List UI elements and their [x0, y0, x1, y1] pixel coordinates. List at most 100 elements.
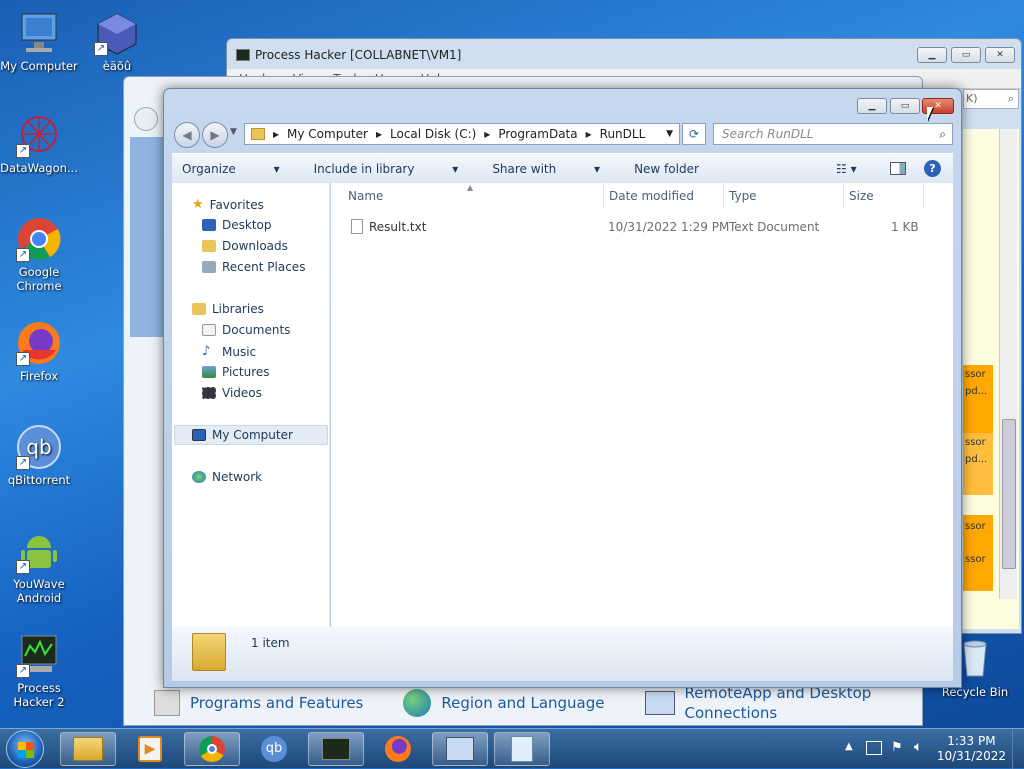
breadcrumb-programdata[interactable]: ProgramData [498, 127, 577, 141]
tray-network-icon[interactable] [866, 741, 882, 755]
nav-network[interactable]: Network [192, 470, 262, 484]
column-divider[interactable] [723, 183, 724, 209]
programs-features-icon [154, 690, 180, 716]
desktop-icon-youwave[interactable]: ↗ YouWave Android [0, 528, 78, 605]
clock[interactable]: 1:33 PM 10/31/2022 [937, 734, 1006, 764]
shortcut-arrow-icon: ↗ [16, 560, 30, 574]
explorer-window[interactable]: ▁ ▭ ✕ ◀ ▶ ▼ ▸ My Computer ▸ Local Disk (… [163, 88, 962, 688]
nav-music[interactable]: ♪ Music [202, 344, 256, 359]
taskbar-chrome[interactable] [184, 732, 240, 766]
help-icon[interactable]: ? [924, 160, 941, 177]
include-library-button[interactable]: Include in library ▾ [314, 162, 459, 176]
process-hacker-title: Process Hacker [COLLABNET\VM1] [255, 48, 462, 62]
new-folder-button[interactable]: New folder [634, 162, 699, 176]
back-button[interactable]: ◀ [174, 122, 200, 148]
taskbar-notepad[interactable] [494, 732, 550, 766]
desktop-icon-label: qBittorrent [7, 473, 71, 487]
nav-my-computer[interactable]: My Computer [192, 428, 293, 442]
close-button[interactable]: ✕ [985, 47, 1015, 63]
breadcrumb-local-disk[interactable]: Local Disk (C:) [390, 127, 476, 141]
column-divider[interactable] [603, 183, 604, 209]
show-desktop-button[interactable] [1012, 729, 1024, 769]
forward-button[interactable]: ▶ [202, 122, 228, 148]
desktop-icon-label: YouWave Android [13, 577, 65, 605]
documents-icon [202, 324, 216, 336]
link-programs-features[interactable]: Programs and Features [154, 683, 363, 723]
desktop-icon-firefox[interactable]: ↗ Firefox [0, 320, 78, 383]
share-with-button[interactable]: Share with ▾ [492, 162, 600, 176]
qbittorrent-icon: qb ↗ [16, 424, 62, 470]
taskbar-control-panel[interactable] [432, 732, 488, 766]
search-input[interactable]: Search RunDLL ⌕ [713, 123, 953, 145]
taskbar-explorer[interactable] [60, 732, 116, 766]
column-divider[interactable] [843, 183, 844, 209]
minimize-button[interactable]: ▁ [857, 98, 887, 114]
scrollbar[interactable] [999, 129, 1017, 599]
breadcrumb-separator-icon: ▸ [585, 127, 592, 141]
notepad-icon [511, 736, 533, 762]
process-row[interactable]: ssor pd... [963, 365, 993, 433]
desktop-icon-datawagon[interactable]: ↗ DataWagon... [0, 112, 78, 175]
nav-downloads[interactable]: Downloads [202, 239, 288, 253]
column-header-size[interactable]: Size [849, 189, 874, 203]
desktop-icon-chrome[interactable]: ↗ Google Chrome [0, 216, 78, 293]
nav-pictures[interactable]: Pictures [202, 365, 270, 379]
maximize-button[interactable]: ▭ [890, 98, 920, 114]
tray-volume-icon[interactable]: 🔈︎ [914, 739, 922, 755]
downloads-folder-icon [202, 240, 216, 252]
link-region-language[interactable]: Region and Language [403, 683, 605, 723]
nav-label: Documents [222, 323, 291, 337]
breadcrumb-separator-icon: ▸ [273, 127, 280, 141]
desktop-icon-label: DataWagon... [0, 161, 78, 175]
organize-button[interactable]: Organize ▾ [182, 162, 280, 176]
address-bar[interactable]: ▸ My Computer ▸ Local Disk (C:) ▸ Progra… [244, 123, 680, 145]
table-row[interactable]: Result.txt 10/31/2022 1:29 PM Text Docum… [331, 213, 931, 237]
taskbar-process-hacker[interactable] [308, 732, 364, 766]
column-header-date[interactable]: Date modified [609, 189, 694, 203]
recent-pages-dropdown[interactable]: ▼ [230, 127, 237, 137]
show-hidden-icons-button[interactable]: ▲ [845, 741, 853, 752]
column-divider[interactable] [923, 183, 924, 209]
nav-favorites[interactable]: ★ Favorites [192, 197, 264, 212]
preview-pane-icon[interactable] [890, 162, 906, 175]
nav-documents[interactable]: Documents [202, 323, 290, 337]
breadcrumb-separator-icon: ▸ [375, 127, 382, 141]
view-options-icon[interactable]: ☷ ▾ [836, 162, 857, 176]
column-header-type[interactable]: Type [729, 189, 757, 203]
control-panel-icon [446, 737, 474, 761]
breadcrumb-rundll[interactable]: RunDLL [600, 127, 646, 141]
firefox-icon: ↗ [16, 320, 62, 366]
cp-back-button[interactable] [134, 107, 158, 131]
desktop-icon-qbittorrent[interactable]: qb ↗ qBittorrent [0, 424, 78, 487]
search-icon: ⌕ [939, 127, 946, 141]
recent-places-icon [202, 261, 216, 273]
minimize-button[interactable]: ▁ [917, 47, 947, 63]
maximize-button[interactable]: ▭ [951, 47, 981, 63]
nav-desktop[interactable]: Desktop [202, 218, 272, 232]
process-row[interactable]: ssor ssor [963, 515, 993, 591]
column-header-name[interactable]: Name [348, 189, 383, 203]
scrollbar-thumb[interactable] [1002, 419, 1016, 569]
desktop-icon-process-hacker[interactable]: ↗ Process Hacker 2 [0, 632, 78, 709]
start-button[interactable] [6, 730, 44, 768]
taskbar-media-player[interactable]: ▶ [122, 732, 178, 766]
process-row[interactable]: ssor pd... [963, 433, 993, 495]
process-hacker-search[interactable]: K) ⌕ [963, 89, 1019, 109]
shortcut-arrow-icon: ↗ [16, 456, 30, 470]
include-library-label: Include in library [313, 161, 415, 176]
tray-action-center-icon[interactable]: ⚑ [891, 740, 903, 755]
desktop-icon-my-computer[interactable]: My Computer [0, 10, 78, 73]
desktop-icon-cube[interactable]: ↗ èäõû [78, 10, 156, 73]
nav-videos[interactable]: Videos [202, 386, 262, 400]
nav-libraries[interactable]: Libraries [192, 302, 264, 316]
taskbar-firefox[interactable] [370, 732, 426, 766]
nav-recent-places[interactable]: Recent Places [202, 260, 305, 274]
nav-label: Pictures [222, 365, 270, 379]
breadcrumb-my-computer[interactable]: My Computer [287, 127, 368, 141]
refresh-button[interactable]: ⟳ [682, 123, 706, 145]
link-remoteapp[interactable]: RemoteApp and Desktop Connections [644, 683, 875, 723]
remote-desktop-icon [644, 691, 675, 715]
taskbar-qbittorrent[interactable]: qb [246, 732, 302, 766]
process-hacker-titlebar[interactable]: Process Hacker [COLLABNET\VM1] ▁ ▭ ✕ [227, 39, 1021, 69]
address-dropdown-icon[interactable]: ▼ [666, 129, 673, 139]
